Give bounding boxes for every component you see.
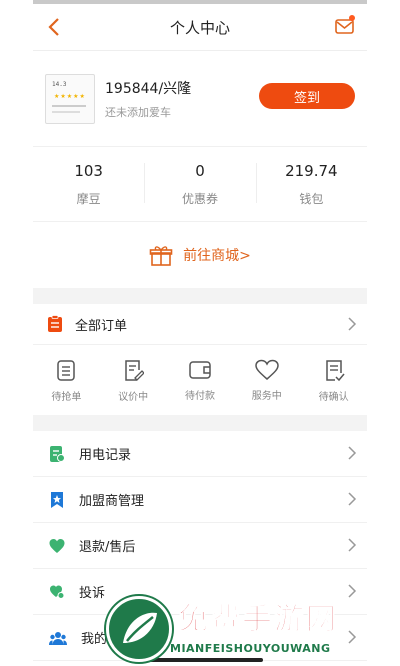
order-status-label: 待抢单 <box>51 391 82 403</box>
chevron-right-icon <box>348 446 357 460</box>
stat-value: 0 <box>195 161 205 180</box>
mall-label: 前往商城> <box>183 248 251 264</box>
order-pending-confirm[interactable]: 待确认 <box>300 345 367 415</box>
stats-bar: 103 摩豆 0 优惠券 219.74 钱包 <box>33 147 367 222</box>
order-status-row: 待抢单 议价中 待付款 服务中 待确认 <box>33 345 367 415</box>
unread-dot <box>349 15 355 21</box>
chevron-right-icon <box>348 538 357 552</box>
watermark-logo-icon <box>106 596 172 662</box>
order-status-label: 待确认 <box>318 391 349 403</box>
order-list-icon <box>48 315 62 332</box>
wallet-icon <box>189 360 211 379</box>
message-button[interactable] <box>335 15 355 36</box>
gift-icon <box>149 246 173 266</box>
clipboard-icon <box>57 359 76 381</box>
menu-item-franchise[interactable]: 加盟商管理 <box>33 477 367 523</box>
avatar-stars-icon: ★★★★★ <box>54 92 86 100</box>
avatar-line <box>52 110 80 113</box>
user-name: 195844/兴隆 <box>105 80 192 97</box>
signin-button[interactable]: 签到 <box>259 83 355 109</box>
profile-info: 195844/兴隆 还未添加爱车 <box>105 78 191 120</box>
page-title: 个人中心 <box>169 18 230 37</box>
stat-wallet[interactable]: 219.74 钱包 <box>255 147 367 221</box>
order-negotiating[interactable]: 议价中 <box>100 345 167 415</box>
header: 个人中心 <box>33 4 367 51</box>
stat-label: 优惠券 <box>181 191 218 206</box>
order-status-label: 服务中 <box>251 390 282 402</box>
avatar[interactable]: 14.3 ★★★★★ <box>45 73 95 124</box>
order-status-label: 待付款 <box>184 390 215 402</box>
all-orders-label: 全部订单 <box>75 318 128 334</box>
leaf-logo-icon <box>123 612 157 643</box>
order-pending-payment[interactable]: 待付款 <box>167 345 234 415</box>
watermark-subtitle: MIANFEISHOUYOUWANG <box>170 642 331 655</box>
complaint-icon <box>50 585 65 599</box>
watermark-title: 免费手游网 <box>178 602 338 638</box>
profile-screen: 个人中心 14.3 ★★★★★ 195844/兴隆 还未添加爱车 签到 103 … <box>33 0 367 666</box>
car-status[interactable]: 还未添加爱车 <box>105 104 191 120</box>
stat-label: 钱包 <box>299 191 324 206</box>
chevron-right-icon <box>348 492 357 506</box>
mall-link[interactable]: 前往商城> <box>33 222 367 288</box>
checklist-icon <box>325 359 345 381</box>
avatar-line <box>52 104 86 107</box>
stat-value: 103 <box>74 161 103 180</box>
heart-icon <box>255 359 279 380</box>
all-orders-row[interactable]: 全部订单 <box>33 304 367 345</box>
stat-coupon[interactable]: 0 优惠券 <box>144 147 255 221</box>
stat-label: 摩豆 <box>76 191 101 206</box>
profile-card: 14.3 ★★★★★ 195844/兴隆 还未添加爱车 签到 <box>33 51 367 147</box>
star-badge-icon <box>51 491 63 508</box>
team-icon <box>49 631 67 645</box>
menu-item-power-record[interactable]: 用电记录 <box>33 431 367 477</box>
avatar-text: 14.3 <box>52 80 67 88</box>
power-record-icon <box>50 445 65 462</box>
section-divider <box>33 288 367 304</box>
menu-item-label: 退款/售后 <box>79 540 136 555</box>
menu-item-refund[interactable]: 退款/售后 <box>33 523 367 569</box>
heart-icon <box>49 538 65 553</box>
section-divider <box>33 415 367 431</box>
order-pending-grab[interactable]: 待抢单 <box>33 345 100 415</box>
site-watermark: 免费手游网 MIANFEISHOUYOUWANG <box>100 590 400 666</box>
stat-value: 219.74 <box>285 161 338 180</box>
order-in-service[interactable]: 服务中 <box>233 345 300 415</box>
menu-item-label: 用电记录 <box>79 448 132 463</box>
order-status-label: 议价中 <box>118 391 149 403</box>
chevron-right-icon <box>348 317 357 331</box>
edit-document-icon <box>125 359 145 381</box>
menu-item-label: 加盟商管理 <box>79 494 145 509</box>
back-arrow-icon[interactable] <box>45 16 65 38</box>
stat-modou[interactable]: 103 摩豆 <box>33 147 144 221</box>
